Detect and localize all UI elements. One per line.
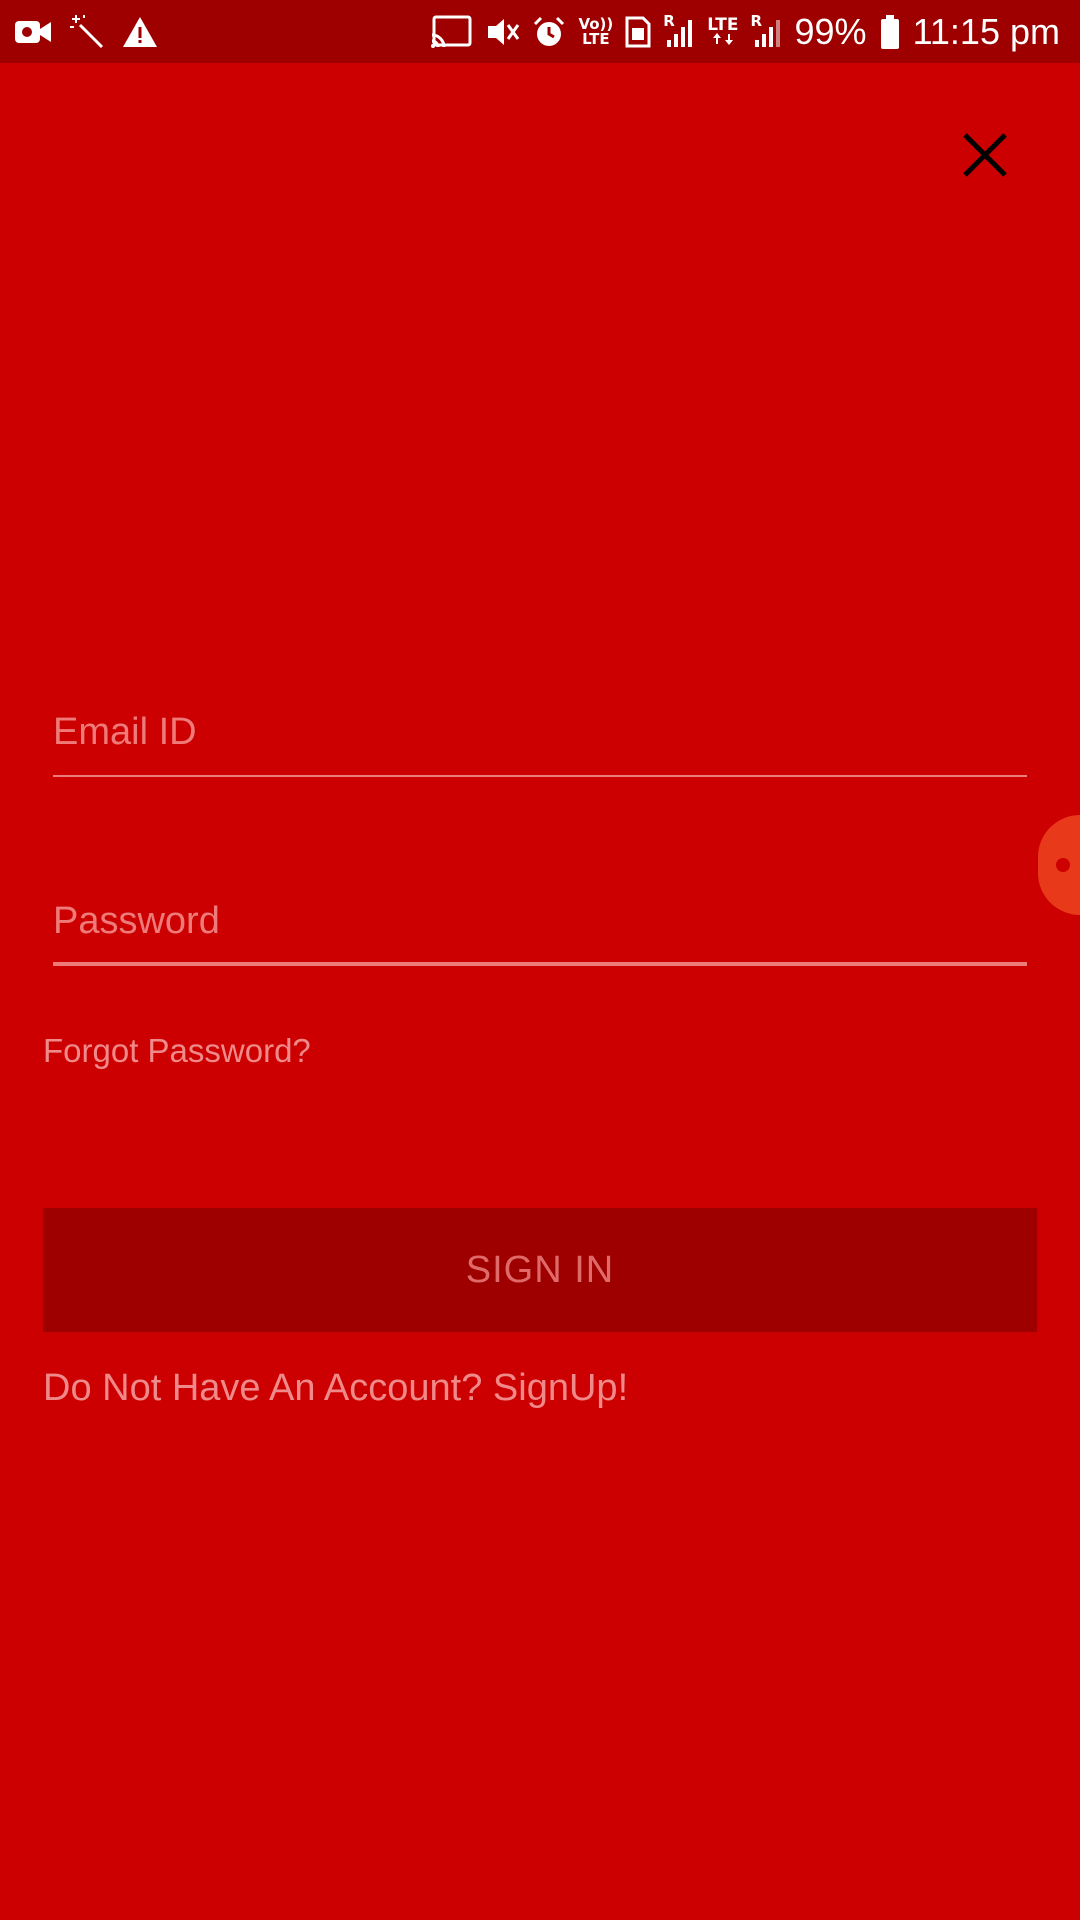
password-field-container <box>53 886 1027 966</box>
close-button[interactable] <box>955 125 1015 185</box>
close-icon <box>963 133 1007 177</box>
volte-icon: Vo)) LTE <box>578 14 614 48</box>
password-underline <box>53 962 1027 966</box>
forgot-password-link[interactable]: Forgot Password? <box>43 1032 311 1070</box>
signal-r-icon: R <box>663 13 695 48</box>
magic-wand-icon <box>68 13 106 51</box>
sign-in-button[interactable]: SIGN IN <box>43 1208 1037 1332</box>
status-bar: Vo)) LTE R LTE R 99% 11:15 pm <box>0 0 1080 63</box>
status-left-icons <box>14 10 158 53</box>
password-field[interactable] <box>53 886 1027 956</box>
video-camera-icon <box>14 17 52 47</box>
sim-icon <box>625 16 651 48</box>
status-right-icons: Vo)) LTE R LTE R 99% 11:15 pm <box>430 8 1060 55</box>
cast-icon <box>430 15 472 49</box>
battery-percent: 99% <box>794 10 867 52</box>
signal-r2-icon: R <box>751 13 783 48</box>
clock: 11:15 pm <box>912 10 1060 52</box>
email-field[interactable] <box>53 697 1027 767</box>
record-dot-icon <box>1056 858 1070 872</box>
mute-icon <box>484 15 520 49</box>
warning-icon <box>122 16 158 48</box>
email-field-container <box>53 697 1027 777</box>
alarm-icon <box>532 15 566 49</box>
login-screen: Vo)) LTE R LTE R 99% 11:15 pm Email ID F… <box>0 0 1080 1920</box>
battery-icon <box>879 14 901 50</box>
signup-link[interactable]: Do Not Have An Account? SignUp! <box>43 1367 628 1410</box>
email-underline <box>53 775 1027 777</box>
lte-icon: LTE <box>707 17 739 45</box>
floating-overlay-bubble[interactable] <box>1038 815 1080 915</box>
